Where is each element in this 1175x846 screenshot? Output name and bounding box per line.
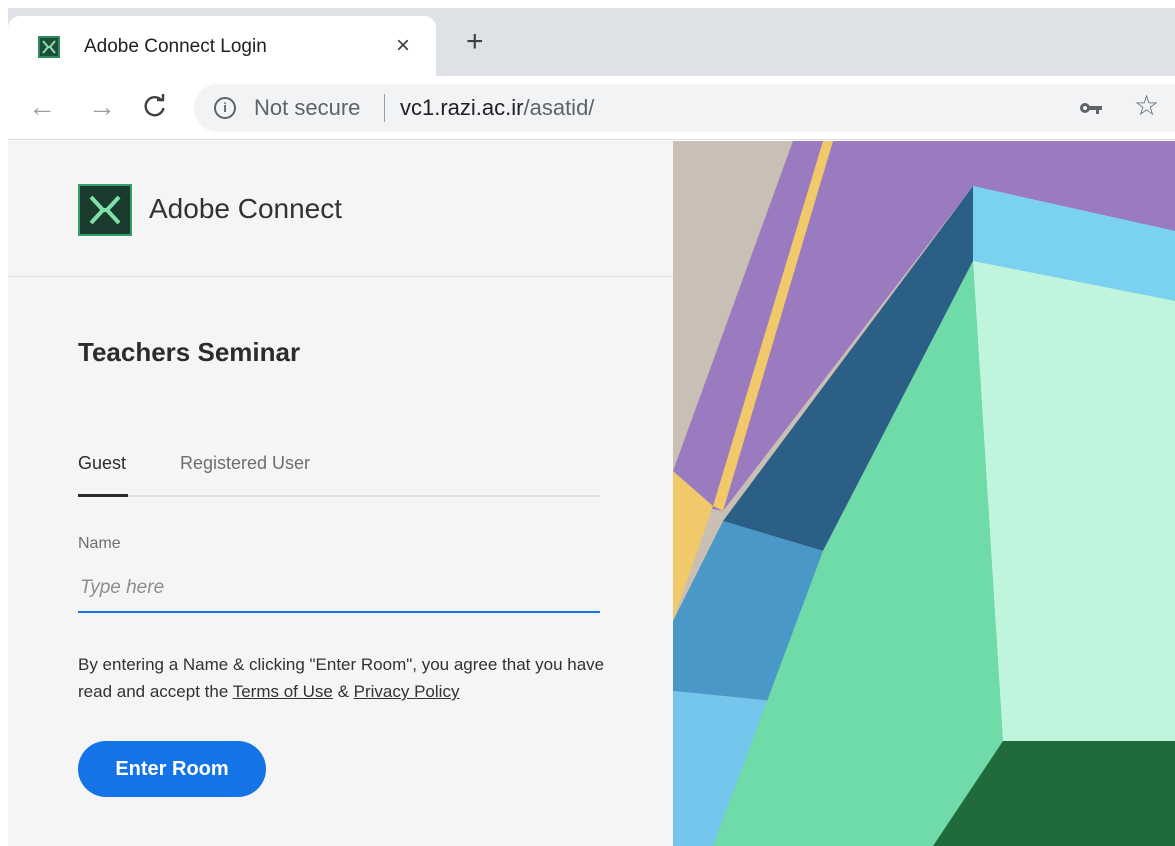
- meeting-title: Teachers Seminar: [78, 337, 301, 367]
- browser-tab[interactable]: Adobe Connect Login ×: [8, 16, 436, 76]
- reload-icon[interactable]: [142, 93, 168, 125]
- security-indicator[interactable]: Not secure: [254, 95, 360, 121]
- login-tabs: Guest Registered User: [78, 451, 600, 497]
- hero-geometry: [673, 141, 1175, 846]
- url-text[interactable]: vc1.razi.ac.ir/asatid/: [400, 95, 594, 121]
- info-icon[interactable]: i: [214, 97, 236, 119]
- tab-title: Adobe Connect Login: [84, 36, 267, 57]
- key-icon[interactable]: [1078, 97, 1104, 119]
- tab-guest[interactable]: Guest: [78, 453, 126, 474]
- browser-toolbar: ← → i Not secure vc1.razi.ac.ir/asatid/ …: [8, 76, 1175, 140]
- favicon-icon: [38, 36, 60, 58]
- brand-header: Adobe Connect: [8, 141, 673, 277]
- consent-text: By entering a Name & clicking "Enter Roo…: [78, 651, 618, 705]
- active-tab-indicator: [78, 494, 128, 497]
- url-host: vc1.razi.ac.ir: [400, 95, 524, 120]
- star-icon[interactable]: ☆: [1134, 90, 1159, 122]
- hero-illustration: [673, 141, 1175, 846]
- enter-room-button[interactable]: Enter Room: [78, 741, 266, 797]
- url-path: /asatid/: [523, 95, 595, 120]
- adobe-connect-logo-icon: [78, 184, 132, 236]
- login-panel: Adobe Connect Teachers Seminar Guest Reg…: [8, 141, 673, 846]
- close-tab-icon[interactable]: ×: [396, 32, 410, 60]
- forward-arrow-icon[interactable]: →: [88, 92, 116, 122]
- address-bar[interactable]: i Not secure vc1.razi.ac.ir/asatid/ ☆: [194, 84, 1175, 132]
- privacy-policy-link[interactable]: Privacy Policy: [354, 682, 460, 701]
- consent-amp: &: [332, 682, 354, 701]
- new-tab-icon[interactable]: +: [466, 27, 484, 57]
- browser-tabstrip: Adobe Connect Login × +: [8, 8, 1175, 76]
- name-label: Name: [78, 535, 121, 552]
- omnibox-divider: [384, 94, 385, 122]
- tab-registered-user[interactable]: Registered User: [180, 453, 310, 474]
- page-content: Adobe Connect Teachers Seminar Guest Reg…: [8, 141, 1175, 846]
- name-input[interactable]: [78, 565, 600, 613]
- brand-name: Adobe Connect: [149, 193, 343, 224]
- terms-of-use-link[interactable]: Terms of Use: [233, 682, 333, 701]
- back-arrow-icon[interactable]: ←: [28, 92, 56, 122]
